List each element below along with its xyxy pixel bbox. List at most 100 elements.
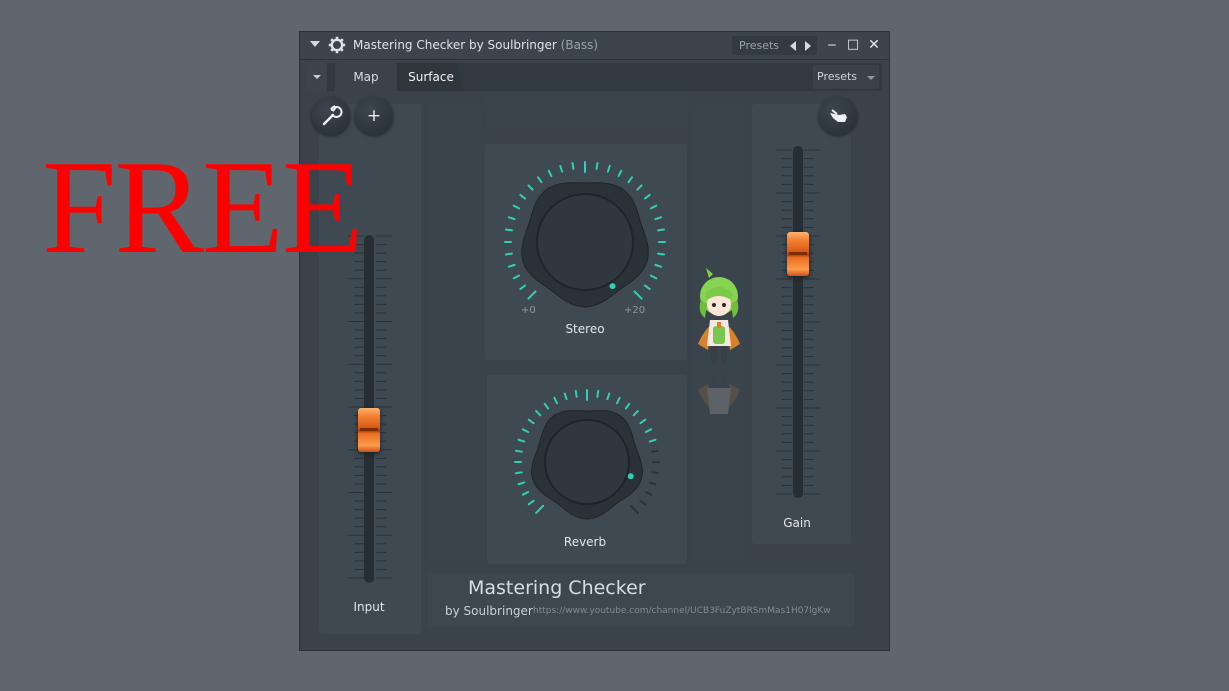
knob-tick [651,471,660,475]
surface-presets-dropdown[interactable]: Presets [813,65,879,89]
tab-surface[interactable]: Surface [397,63,465,91]
knob-tick [547,169,553,178]
knob-tick [521,490,530,496]
knob-tick [632,410,639,417]
stereo-min-label: +0 [521,305,536,316]
knob-tick [651,449,660,453]
wrench-icon [322,105,343,126]
knob-tick [595,161,599,170]
chevron-down-icon [313,75,321,79]
knob-tick [649,204,658,210]
gain-label: Gain [783,516,811,530]
knob-tick [649,274,658,280]
input-label: Input [353,600,385,614]
presets-label: Presets [739,39,780,52]
knob-tick [535,410,542,417]
knob-tick [615,396,621,405]
knob-tick [571,161,575,170]
window-title-suffix: (Bass) [560,38,599,52]
knob-tick [633,290,643,300]
knob-tick [527,499,535,506]
stereo-knob[interactable] [502,159,668,325]
knob-tick [643,193,651,200]
knob-tick [596,389,600,398]
knob-tick [512,204,521,210]
knob-tick [507,263,516,268]
knob-tick [527,418,535,425]
stereo-label: Stereo [565,322,605,336]
minimize-button[interactable]: ‒ [824,36,840,54]
hand-button[interactable] [819,97,857,135]
knob-tick [517,438,526,443]
knob-tick [514,471,523,475]
knob-indicator-dot [609,283,616,290]
knob-tick [512,274,521,280]
knob-indicator-dot [627,473,634,480]
knob-tick [535,504,545,514]
knob-tick [527,290,537,300]
gear-icon[interactable] [328,36,346,54]
knob-tick [648,481,657,486]
add-button[interactable]: + [355,97,393,135]
surface-presets-label: Presets [817,70,858,83]
knob-tick [574,389,578,398]
knob-tick [627,176,634,184]
gain-fader-track[interactable] [793,146,803,498]
window-menu-arrow-icon[interactable] [310,41,320,47]
knob-tick [521,428,530,434]
input-fader-handle[interactable] [358,408,380,453]
gain-fader-handle[interactable] [787,232,809,277]
brand-title: Mastering Checker [468,577,646,599]
knob-tick [507,216,516,221]
maximize-button[interactable]: □ [845,36,861,54]
knob-tick [639,499,647,506]
tab-bar: Map Surface Presets [307,63,882,91]
knob-tick [519,284,527,291]
knob-tick [543,402,550,410]
tab-menu-dropdown[interactable] [307,63,327,91]
knob-tick [563,392,568,401]
title-bar[interactable]: Mastering Checker by Soulbringer (Bass) … [300,32,889,60]
knob-cap [544,419,630,505]
knob-tick [536,176,543,184]
knob-tick [643,284,651,291]
window-title: Mastering Checker by Soulbringer (Bass) [353,38,598,52]
close-button[interactable]: ✕ [866,36,882,54]
wrench-button[interactable] [312,97,350,135]
knob-tick [654,216,663,221]
knob-tick [636,184,643,191]
knob-tick [657,228,666,232]
brand-footer: Mastering Checker by Soulbringer https:/… [428,573,855,627]
knob-tick [606,392,611,401]
free-overlay-text: FREE [42,133,364,281]
tab-map[interactable]: Map [335,63,397,91]
knob-tick [553,396,559,405]
knob-tick [517,481,526,486]
knob-tick [624,402,631,410]
knob-tick [606,164,611,173]
previous-preset-icon[interactable] [790,41,796,51]
reverb-knob[interactable] [512,387,662,537]
reverb-label: Reverb [563,535,607,549]
knob-tick [629,504,639,514]
knob-tick [644,490,653,496]
knob-cap [536,193,634,291]
knob-tick [654,263,663,268]
window-title-text: Mastering Checker by Soulbringer [353,38,557,52]
knob-tick [648,438,657,443]
knob-tick [644,428,653,434]
brand-author: by Soulbringer [445,604,533,618]
knob-tick [657,252,666,256]
knob-tick [514,449,523,453]
top-display [485,94,687,128]
knob-tick [559,164,564,173]
mascot-character [698,268,740,414]
presets-selector[interactable]: Presets [732,36,817,55]
knob-tick [527,184,534,191]
knob-tick [504,252,513,256]
knob-tick [617,169,623,178]
brand-url-link[interactable]: https://www.youtube.com/channel/UCB3FuZy… [533,606,831,616]
chevron-down-icon [867,76,875,80]
next-preset-icon[interactable] [805,41,811,51]
hand-icon [830,109,847,122]
